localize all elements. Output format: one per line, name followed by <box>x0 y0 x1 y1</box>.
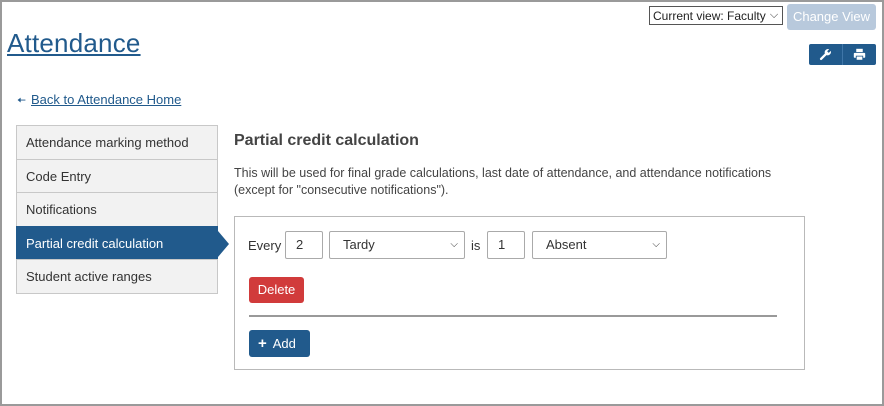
change-view-button[interactable]: Change View <box>787 4 876 30</box>
sidebar-item-attendance-marking-method[interactable]: Attendance marking method <box>16 125 218 160</box>
section-description: This will be used for final grade calcul… <box>234 166 772 197</box>
sidebar-item-code-entry[interactable]: Code Entry <box>16 158 218 193</box>
source-code-select[interactable]: Tardy ⌵ <box>329 231 465 259</box>
sidebar-item-student-active-ranges[interactable]: Student active ranges <box>16 259 218 294</box>
app-window: Current view: Faculty ⌵ Change View Atte… <box>0 0 884 406</box>
settings-sidebar: Attendance marking method Code Entry Not… <box>16 125 229 294</box>
result-code-select[interactable]: Absent ⌵ <box>532 231 667 259</box>
result-code-value: Absent <box>546 237 587 252</box>
sidebar-item-notifications[interactable]: Notifications <box>16 192 218 227</box>
back-to-attendance-home-link[interactable]: 🠤 Back to Attendance Home <box>17 92 181 111</box>
tools-button[interactable] <box>809 44 842 65</box>
page-title[interactable]: Attendance <box>7 28 141 59</box>
chevron-down-icon: ⌵ <box>769 9 779 21</box>
plus-icon: + <box>258 335 267 352</box>
arrow-left-icon: 🠤 <box>17 95 26 107</box>
delete-rule-button[interactable]: Delete <box>249 277 304 303</box>
print-button[interactable] <box>843 44 876 65</box>
sidebar-item-partial-credit-calculation[interactable]: Partial credit calculation <box>16 225 229 260</box>
result-count-input[interactable]: 1 <box>487 231 525 259</box>
partial-credit-rule-panel: Every 2 Tardy ⌵ is 1 Absent ⌵ Delete + Ad… <box>234 216 805 370</box>
divider <box>249 315 777 317</box>
chevron-down-icon: ⌵ <box>450 239 458 250</box>
wrench-icon <box>819 49 831 61</box>
add-button-label: Add <box>272 336 296 351</box>
current-view-value: Current view: Faculty <box>653 9 766 23</box>
add-rule-button[interactable]: + Add <box>249 330 310 357</box>
chevron-down-icon: ⌵ <box>652 239 660 250</box>
is-label: is <box>471 238 481 253</box>
print-icon <box>853 48 866 61</box>
every-label: Every <box>248 238 282 253</box>
toolbar-buttons <box>809 44 876 65</box>
section-title: Partial credit calculation <box>234 132 419 149</box>
count-input[interactable]: 2 <box>285 231 323 259</box>
source-code-value: Tardy <box>343 237 375 252</box>
current-view-select[interactable]: Current view: Faculty ⌵ <box>649 6 783 25</box>
back-link-label: Back to Attendance Home <box>31 92 182 107</box>
